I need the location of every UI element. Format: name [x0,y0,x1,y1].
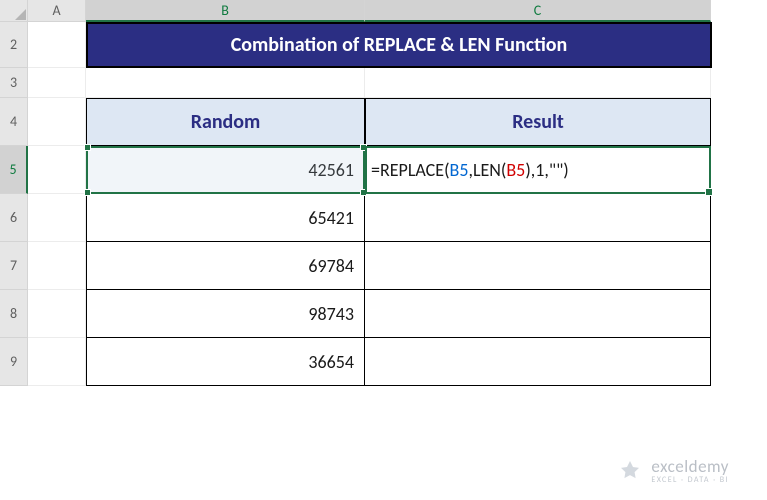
cell-c6[interactable] [365,194,711,242]
cell-b7[interactable]: 69784 [86,242,365,290]
col-header-a[interactable]: A [28,0,86,22]
cell-b6[interactable]: 65421 [86,194,365,242]
watermark-brand: exceldemy [651,458,729,476]
row-header-4[interactable]: 4 [0,98,28,146]
select-all-corner[interactable] [0,0,28,22]
col-header-c[interactable]: C [365,0,711,22]
cell-c3[interactable] [365,68,711,98]
cell-a4[interactable] [28,98,86,146]
col-header-b[interactable]: B [86,0,365,22]
formula-ref-b5-b: B5 [506,159,525,181]
row-header-2[interactable]: 2 [0,22,28,68]
watermark: exceldemy EXCEL · DATA · BI [617,458,729,484]
formula-text-mid2: ),1,"") [525,159,568,181]
formula-text-prefix: =REPLACE( [371,159,450,181]
row-header-8[interactable]: 8 [0,290,28,338]
cell-c9[interactable] [365,338,711,386]
cell-c7[interactable] [365,242,711,290]
exceldemy-logo-icon [617,458,643,484]
cell-a6[interactable] [28,194,86,242]
row-header-3[interactable]: 3 [0,68,28,98]
cell-a9[interactable] [28,338,86,386]
row-header-7[interactable]: 7 [0,242,28,290]
header-random: Random [86,98,365,146]
row-header-9[interactable]: 9 [0,338,28,386]
cell-a3[interactable] [28,68,86,98]
row-header-5[interactable]: 5 [0,146,28,194]
cell-b3[interactable] [86,68,365,98]
title-banner: Combination of REPLACE & LEN Function [86,22,712,68]
formula-text-mid1: ,LEN( [468,159,506,181]
formula-editor-c5[interactable]: =REPLACE(B5,LEN(B5),1,"") [365,146,711,194]
cell-a2[interactable] [28,22,86,68]
fill-handle[interactable] [705,188,713,196]
cell-b8[interactable]: 98743 [86,290,365,338]
row-header-6[interactable]: 6 [0,194,28,242]
header-result: Result [365,98,711,146]
watermark-tagline: EXCEL · DATA · BI [651,476,729,484]
cell-b9[interactable]: 36654 [86,338,365,386]
cell-a7[interactable] [28,242,86,290]
formula-ref-b5-a: B5 [450,159,469,181]
cell-a8[interactable] [28,290,86,338]
cell-c8[interactable] [365,290,711,338]
cell-a5[interactable] [28,146,86,194]
cell-b5[interactable]: 42561 [86,146,365,194]
